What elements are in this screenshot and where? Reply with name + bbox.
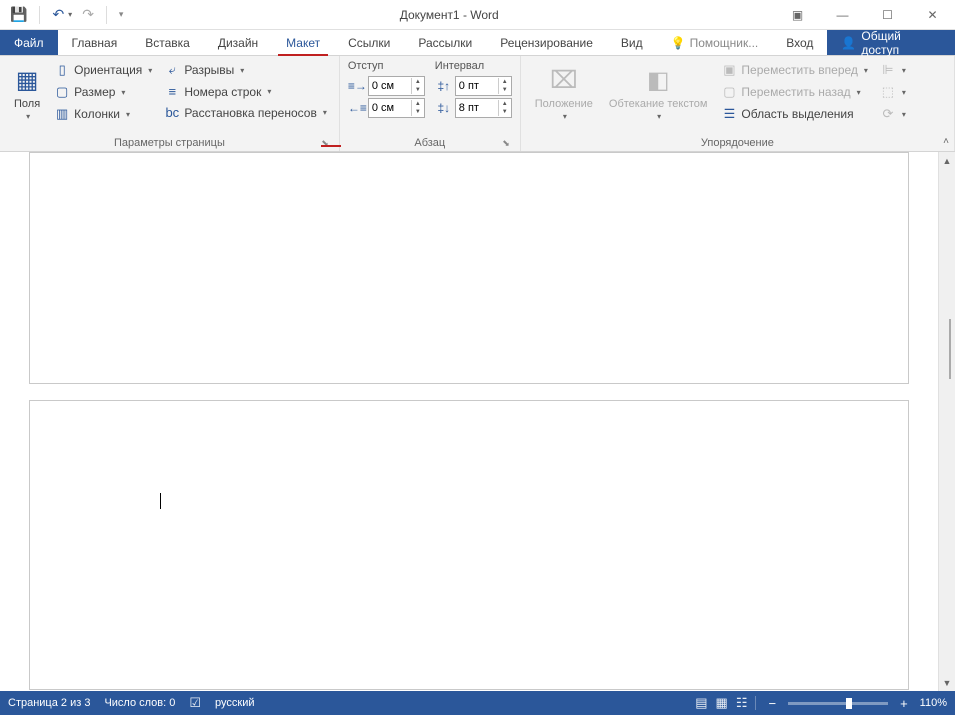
indent-left-icon: ≡→ [348,79,366,93]
hyphen-icon: bc [164,105,180,120]
zoom-in-button[interactable]: + [896,696,912,711]
tab-layout[interactable]: Макет [272,30,334,55]
share-button[interactable]: 👤Общий доступ [827,30,955,55]
group-label-paragraph: Абзац ⬊ [348,135,512,151]
quick-access-toolbar: 💾 ↶▾ ↷ ▾ [0,6,123,24]
selection-pane-icon: ☰ [721,106,737,122]
columns-button[interactable]: ▥Колонки▾ [50,104,156,124]
spacing-header: Интервал [435,60,512,74]
scroll-down-icon[interactable]: ▼ [939,674,955,691]
backward-icon: ▢ [721,84,737,100]
position-icon: ⌧ [550,64,578,96]
proofing-icon[interactable]: ☑ [189,695,201,711]
tab-home[interactable]: Главная [58,30,132,55]
align-icon: ⊫ [880,62,896,78]
group-label-arrange: Упорядочение [529,135,946,151]
group-arrange: ⌧ Положение▾ ◧ Обтекание текстом▾ ▣Перем… [521,56,955,151]
indent-left-input[interactable]: ▲▼ [368,76,425,96]
align-button: ⊫▾ [876,60,910,80]
group-button: ⬚▾ [876,82,910,102]
tab-view[interactable]: Вид [607,30,657,55]
space-after-input[interactable]: ▲▼ [455,98,512,118]
page-setup-launcher-icon[interactable]: ⬊ [321,138,329,149]
maximize-icon[interactable]: ☐ [865,0,910,30]
ribbon-options-icon[interactable]: ▣ [775,0,820,30]
position-button: ⌧ Положение▾ [529,60,599,125]
print-layout-icon[interactable]: ▦ [716,695,728,711]
columns-icon: ▥ [54,106,70,122]
scroll-up-icon[interactable]: ▲ [939,152,955,169]
send-backward-button: ▢Переместить назад▾ [717,82,872,102]
paragraph-launcher-icon[interactable]: ⬊ [502,138,510,149]
redo-icon[interactable]: ↷ [82,6,94,23]
minimize-icon[interactable]: — [820,0,865,30]
read-mode-icon[interactable]: ▤ [695,695,707,711]
rotate-icon: ⟳ [880,106,896,122]
bring-forward-button: ▣Переместить вперед▾ [717,60,872,80]
wrap-text-button: ◧ Обтекание текстом▾ [603,60,714,125]
share-icon: 👤 [841,36,856,50]
web-layout-icon[interactable]: ☷ [736,695,748,711]
tell-me-box[interactable]: 💡Помощник... [657,30,773,55]
rotate-button: ⟳▾ [876,104,910,124]
undo-icon[interactable]: ↶▾ [52,6,72,23]
text-cursor [160,493,161,509]
lightbulb-icon: 💡 [671,36,686,50]
size-icon: ▢ [54,84,70,100]
tab-mailings[interactable]: Рассылки [404,30,486,55]
breaks-button[interactable]: ⤶Разрывы▾ [160,60,331,80]
line-numbers-icon: ≡ [164,84,180,99]
group-icon: ⬚ [880,84,896,100]
indent-right-input[interactable]: ▲▼ [368,98,425,118]
tab-design[interactable]: Дизайн [204,30,272,55]
space-after-icon: ‡↓ [435,101,453,115]
word-count[interactable]: Число слов: 0 [104,697,175,709]
size-button[interactable]: ▢Размер▾ [50,82,156,102]
group-page-setup: ▦ Поля ▾ ▯Ориентация▾ ▢Размер▾ ▥Колонки▾… [0,56,340,151]
titlebar: 💾 ↶▾ ↷ ▾ Документ1 - Word ▣ — ☐ ✕ [0,0,955,30]
tab-insert[interactable]: Вставка [131,30,204,55]
line-numbers-button[interactable]: ≡Номера строк▾ [160,82,331,101]
selection-pane-button[interactable]: ☰Область выделения [717,104,872,124]
document-scroll[interactable] [0,152,938,691]
status-bar: Страница 2 из 3 Число слов: 0 ☑ русский … [0,691,955,715]
close-icon[interactable]: ✕ [910,0,955,30]
page-indicator[interactable]: Страница 2 из 3 [8,697,90,709]
language-indicator[interactable]: русский [215,697,254,709]
collapse-ribbon-icon[interactable]: ˄ [943,136,949,147]
margins-icon: ▦ [16,64,39,96]
orientation-button[interactable]: ▯Ориентация▾ [50,60,156,80]
document-area: ▲ ▼ [0,152,955,691]
ribbon-tabs: Файл Главная Вставка Дизайн Макет Ссылки… [0,30,955,56]
indent-header: Отступ [348,60,425,74]
forward-icon: ▣ [721,62,737,78]
tab-references[interactable]: Ссылки [334,30,404,55]
group-paragraph: Отступ ≡→ ▲▼ ←≡ ▲▼ Интервал ‡↑ ▲▼ ‡↓ ▲▼ … [340,56,521,151]
wrap-icon: ◧ [647,64,670,96]
zoom-out-button[interactable]: − [764,696,780,711]
zoom-slider[interactable] [788,702,888,705]
group-label-page-setup: Параметры страницы ⬊ [8,135,331,151]
window-controls: ▣ — ☐ ✕ [775,0,955,30]
zoom-level[interactable]: 110% [920,697,947,709]
indent-right-icon: ←≡ [348,101,366,115]
space-before-input[interactable]: ▲▼ [455,76,512,96]
hyphenation-button[interactable]: bcРасстановка переносов▾ [160,103,331,122]
space-before-icon: ‡↑ [435,79,453,93]
page-1[interactable] [29,152,909,384]
signin-button[interactable]: Вход [772,30,827,55]
scroll-thumb[interactable] [949,319,951,379]
ribbon: ▦ Поля ▾ ▯Ориентация▾ ▢Размер▾ ▥Колонки▾… [0,56,955,152]
zoom-thumb[interactable] [846,698,852,709]
tab-file[interactable]: Файл [0,30,58,55]
vertical-scrollbar[interactable]: ▲ ▼ [938,152,955,691]
page-2[interactable] [29,400,909,690]
tab-review[interactable]: Рецензирование [486,30,607,55]
orientation-icon: ▯ [54,62,70,78]
save-icon[interactable]: 💾 [10,6,27,23]
window-title: Документ1 - Word [123,8,775,22]
margins-button[interactable]: ▦ Поля ▾ [8,60,46,125]
breaks-icon: ⤶ [164,62,180,78]
